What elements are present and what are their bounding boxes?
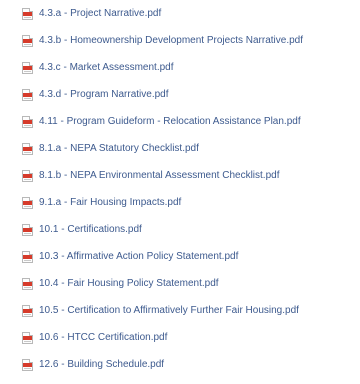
file-link[interactable]: 10.4 - Fair Housing Policy Statement.pdf [39, 274, 219, 294]
file-item: 9.1.a - Fair Housing Impacts.pdf [0, 193, 360, 213]
pdf-file-icon [22, 278, 33, 290]
file-link[interactable]: 10.5 - Certification to Affirmatively Fu… [39, 301, 299, 321]
file-item: 8.1.a - NEPA Statutory Checklist.pdf [0, 139, 360, 159]
file-link[interactable]: 4.11 - Program Guideform - Relocation As… [39, 112, 301, 132]
file-link[interactable]: 10.3 - Affirmative Action Policy Stateme… [39, 247, 238, 267]
file-link[interactable]: 4.3.a - Project Narrative.pdf [39, 4, 161, 24]
file-link[interactable]: 4.3.d - Program Narrative.pdf [39, 85, 169, 105]
pdf-file-icon [22, 170, 33, 182]
file-item: 10.4 - Fair Housing Policy Statement.pdf [0, 274, 360, 294]
file-item: 4.3.c - Market Assessment.pdf [0, 58, 360, 78]
pdf-file-icon [22, 197, 33, 209]
pdf-file-icon [22, 305, 33, 317]
file-item: 4.3.a - Project Narrative.pdf [0, 4, 360, 24]
file-link[interactable]: 4.3.c - Market Assessment.pdf [39, 58, 174, 78]
pdf-file-icon [22, 89, 33, 101]
file-item: 4.3.d - Program Narrative.pdf [0, 85, 360, 105]
pdf-file-icon [22, 62, 33, 74]
pdf-file-icon [22, 251, 33, 263]
pdf-file-icon [22, 359, 33, 371]
file-item: 4.3.b - Homeownership Development Projec… [0, 31, 360, 51]
file-item: 12.6 - Building Schedule.pdf [0, 355, 360, 375]
pdf-file-icon [22, 143, 33, 155]
pdf-file-icon [22, 332, 33, 344]
file-link[interactable]: 4.3.b - Homeownership Development Projec… [39, 31, 303, 51]
pdf-file-icon [22, 116, 33, 128]
file-link[interactable]: 8.1.a - NEPA Statutory Checklist.pdf [39, 139, 199, 159]
file-item: 4.11 - Program Guideform - Relocation As… [0, 112, 360, 132]
file-item: 10.1 - Certifications.pdf [0, 220, 360, 240]
pdf-file-icon [22, 35, 33, 47]
file-item: 10.3 - Affirmative Action Policy Stateme… [0, 247, 360, 267]
file-link[interactable]: 9.1.a - Fair Housing Impacts.pdf [39, 193, 181, 213]
file-link[interactable]: 12.6 - Building Schedule.pdf [39, 355, 164, 375]
file-item: 10.6 - HTCC Certification.pdf [0, 328, 360, 348]
file-link[interactable]: 8.1.b - NEPA Environmental Assessment Ch… [39, 166, 279, 186]
file-link[interactable]: 10.6 - HTCC Certification.pdf [39, 328, 167, 348]
pdf-file-icon [22, 224, 33, 236]
file-item: 8.1.b - NEPA Environmental Assessment Ch… [0, 166, 360, 186]
file-item: 10.5 - Certification to Affirmatively Fu… [0, 301, 360, 321]
pdf-file-icon [22, 8, 33, 20]
file-link[interactable]: 10.1 - Certifications.pdf [39, 220, 142, 240]
